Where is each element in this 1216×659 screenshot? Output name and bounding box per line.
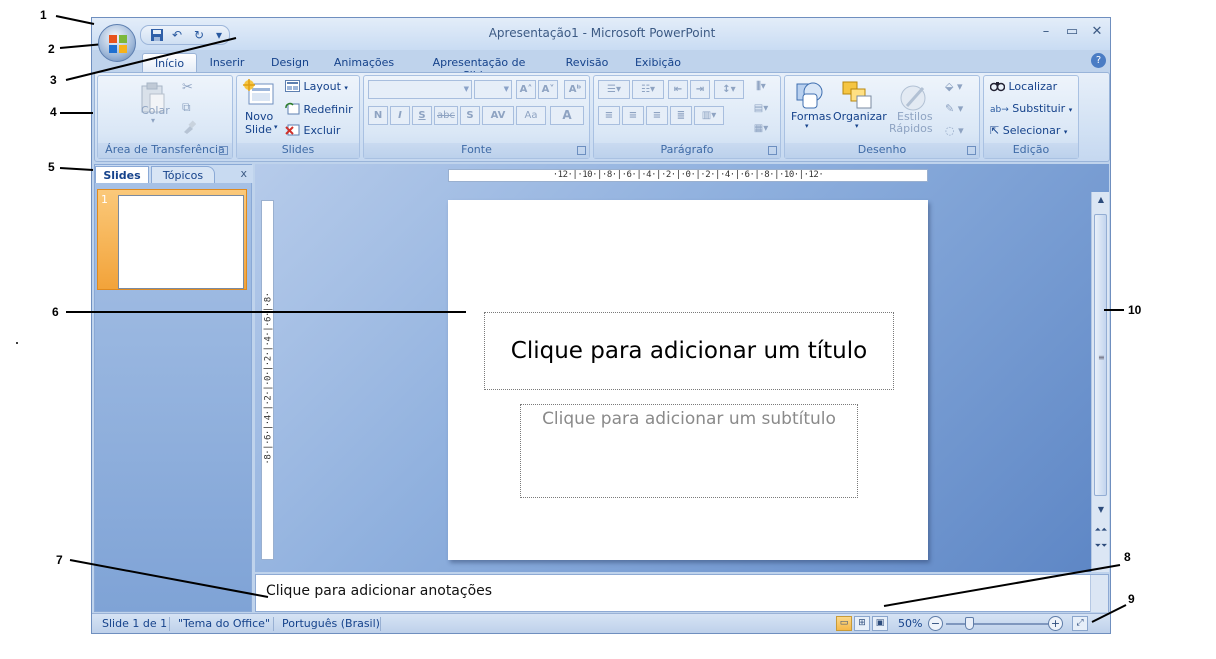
callout-7: 7 [56, 553, 63, 567]
office-logo-icon [109, 35, 127, 53]
callout-8: 8 [1124, 550, 1131, 564]
callout-3: 3 [50, 73, 57, 87]
callout-6: 6 [52, 305, 59, 319]
callout-10: 10 [1128, 303, 1142, 317]
office-button[interactable] [98, 24, 136, 62]
callout-1: 1 [40, 8, 47, 22]
callout-5: 5 [48, 160, 55, 174]
callout-4: 4 [50, 105, 57, 119]
callout-9: 9 [1128, 592, 1135, 606]
callout-lines [16, 15, 1127, 623]
callout-2: 2 [48, 42, 55, 56]
